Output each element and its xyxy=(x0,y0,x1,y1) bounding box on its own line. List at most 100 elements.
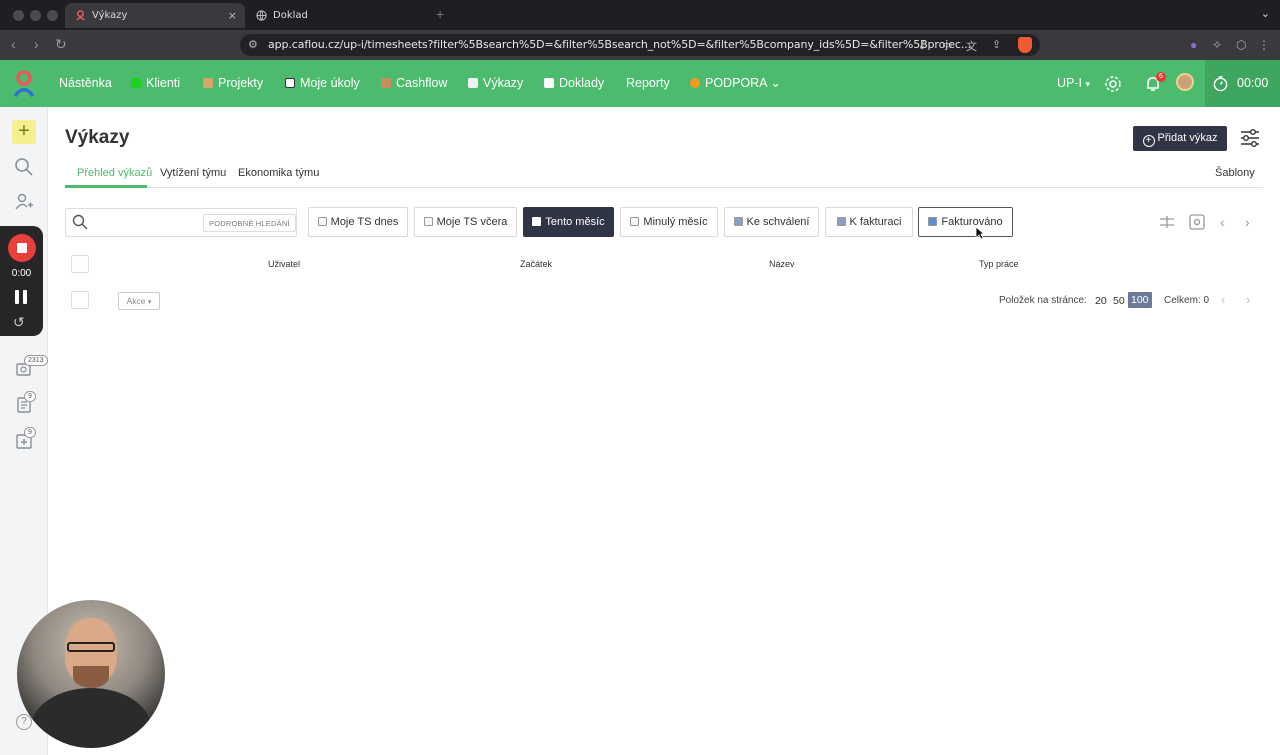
nav-moje-ukoly[interactable]: Moje úkoly xyxy=(285,60,360,107)
nav-projekty[interactable]: Projekty xyxy=(203,60,263,107)
search-icon xyxy=(72,214,88,230)
bulk-select-checkbox[interactable] xyxy=(71,291,89,309)
pause-icon[interactable] xyxy=(15,290,27,304)
filter-moje-ts-vcera[interactable]: Moje TS včera xyxy=(414,207,517,237)
brave-shield-icon[interactable] xyxy=(1018,37,1032,53)
document-icon xyxy=(544,78,554,88)
new-tab-icon[interactable]: + xyxy=(436,6,444,22)
per-page-option-50[interactable]: 50 xyxy=(1113,295,1125,307)
nav-cashflow[interactable]: Cashflow xyxy=(381,60,447,107)
money-icon xyxy=(381,78,391,88)
quick-add-button[interactable]: + xyxy=(12,120,36,144)
caflou-logo-icon[interactable] xyxy=(12,70,36,98)
filter-minuly-mesic[interactable]: Minulý měsíc xyxy=(620,207,718,237)
browser-tab-doklad[interactable]: Doklad xyxy=(246,3,426,28)
filter-ke-schvaleni[interactable]: Ke schválení xyxy=(724,207,819,237)
next-page-icon[interactable]: › xyxy=(1245,214,1250,230)
add-user-icon[interactable] xyxy=(14,192,34,212)
company-switcher[interactable]: UP-I ▾ xyxy=(1057,60,1090,107)
prev-page-icon[interactable]: ‹ xyxy=(1220,214,1225,230)
menu-icon[interactable]: ⋮ xyxy=(1258,38,1270,52)
orange-dot-icon xyxy=(690,78,700,88)
nav-reporty[interactable]: Reporty xyxy=(626,60,670,107)
checkbox-icon xyxy=(285,78,295,88)
nav-label: Klienti xyxy=(146,76,181,90)
sliders-icon[interactable] xyxy=(1239,128,1261,148)
cast-icon[interactable]: ▭ xyxy=(942,38,952,51)
gear-icon[interactable] xyxy=(1103,74,1123,94)
nav-klienti[interactable]: Klienti xyxy=(131,60,180,107)
record-stop-button[interactable] xyxy=(8,234,36,262)
column-header-user[interactable]: Uživatel xyxy=(268,259,300,269)
tab-prehled-vykazu[interactable]: Přehled výkazů xyxy=(77,167,152,179)
calendar-icon xyxy=(532,217,542,226)
column-header-work-type[interactable]: Typ práce xyxy=(979,259,1019,269)
extension-icon[interactable]: ● xyxy=(1190,38,1197,52)
next-page-icon[interactable]: › xyxy=(1246,292,1250,307)
invoice-icon xyxy=(836,217,846,226)
per-page-option-20[interactable]: 20 xyxy=(1095,295,1107,307)
restart-icon[interactable]: ↺ xyxy=(13,314,25,331)
prev-page-icon[interactable]: ‹ xyxy=(1221,292,1225,307)
key-icon[interactable]: ⚷ xyxy=(918,38,926,51)
browser-tab-bar: Výkazy × Doklad + ⌄ xyxy=(0,0,1280,30)
forward-icon[interactable]: › xyxy=(34,36,39,52)
per-page-option-100[interactable]: 100 xyxy=(1128,292,1152,308)
calendar-icon xyxy=(630,217,640,226)
reload-icon[interactable]: ↻ xyxy=(55,36,67,53)
url-field[interactable]: ⚙ app.caflou.cz/up-i/timesheets?filter%5… xyxy=(240,34,1040,56)
timer-widget[interactable]: 00:00 xyxy=(1205,60,1280,107)
webcam-person-beard xyxy=(73,666,109,688)
search-input[interactable]: PODROBNÉ HLEDÁNÍ xyxy=(65,208,297,237)
stopwatch-icon xyxy=(1213,76,1228,92)
timesheet-icon xyxy=(468,78,478,88)
screen-recorder-widget: 0:00 ↺ xyxy=(0,226,43,336)
avatar[interactable] xyxy=(1176,73,1194,91)
translate-icon[interactable]: 文 xyxy=(966,38,977,54)
count-badge: 9 xyxy=(24,427,36,438)
columns-toggle-icon[interactable] xyxy=(1158,214,1176,230)
nav-vykazy[interactable]: Výkazy xyxy=(468,60,523,107)
chevron-down-icon: ⌄ xyxy=(770,76,781,90)
calendar-icon xyxy=(317,217,327,226)
actions-dropdown[interactable]: Akce ▾ xyxy=(118,292,160,310)
filter-fakturovano[interactable]: Fakturováno xyxy=(918,207,1013,237)
advanced-search-button[interactable]: PODROBNÉ HLEDÁNÍ xyxy=(203,214,296,232)
extension-puzzle-icon[interactable]: ✧ xyxy=(1212,38,1222,52)
select-all-checkbox[interactable] xyxy=(71,255,89,273)
window-close-button[interactable] xyxy=(13,10,24,21)
column-header-name[interactable]: Název xyxy=(769,259,795,269)
nav-doklady[interactable]: Doklady xyxy=(544,60,604,107)
site-settings-icon[interactable]: ⚙ xyxy=(248,38,258,51)
nav-nastenka[interactable]: Nástěnka xyxy=(59,60,112,107)
add-timesheet-label: Přidat výkaz xyxy=(1157,132,1218,144)
extensions-icon[interactable]: ⬡ xyxy=(1236,38,1246,52)
filter-label: Moje TS včera xyxy=(436,216,508,228)
nav-podpora[interactable]: PODPORA ⌄ xyxy=(690,60,781,107)
clients-icon xyxy=(131,78,141,88)
tab-vytizeni-tymu[interactable]: Vytížení týmu xyxy=(160,167,226,179)
nav-label: Moje úkoly xyxy=(300,76,360,90)
add-timesheet-button[interactable]: + Přidat výkaz xyxy=(1133,126,1227,151)
share-icon[interactable]: ⇪ xyxy=(992,38,1001,51)
templates-link[interactable]: Šablony xyxy=(1215,167,1255,179)
filter-k-fakturaci[interactable]: K fakturaci xyxy=(825,207,913,237)
nav-label: Cashflow xyxy=(396,76,448,90)
tab-ekonomika-tymu[interactable]: Ekonomika týmu xyxy=(238,167,319,179)
browser-tab-vykazy[interactable]: Výkazy × xyxy=(65,3,245,28)
column-header-start[interactable]: Začátek xyxy=(520,259,552,269)
filter-tento-mesic[interactable]: Tento měsíc xyxy=(523,207,614,237)
total-count: Celkem: 0 xyxy=(1164,295,1210,306)
search-icon[interactable] xyxy=(14,157,34,177)
tab-list-chevron-icon[interactable]: ⌄ xyxy=(1261,7,1270,20)
filter-label: Tento měsíc xyxy=(545,216,605,228)
nav-label: PODPORA xyxy=(705,76,767,90)
tab-close-icon[interactable]: × xyxy=(228,3,237,28)
back-icon[interactable]: ‹ xyxy=(11,36,16,52)
window-minimize-button[interactable] xyxy=(30,10,41,21)
window-zoom-button[interactable] xyxy=(47,10,58,21)
filter-moje-ts-dnes[interactable]: Moje TS dnes xyxy=(308,207,408,237)
address-bar: ‹ › ↻ ⚙ app.caflou.cz/up-i/timesheets?fi… xyxy=(0,30,1280,60)
notification-badge: 6 xyxy=(1156,72,1166,82)
view-icon[interactable] xyxy=(1188,213,1206,231)
